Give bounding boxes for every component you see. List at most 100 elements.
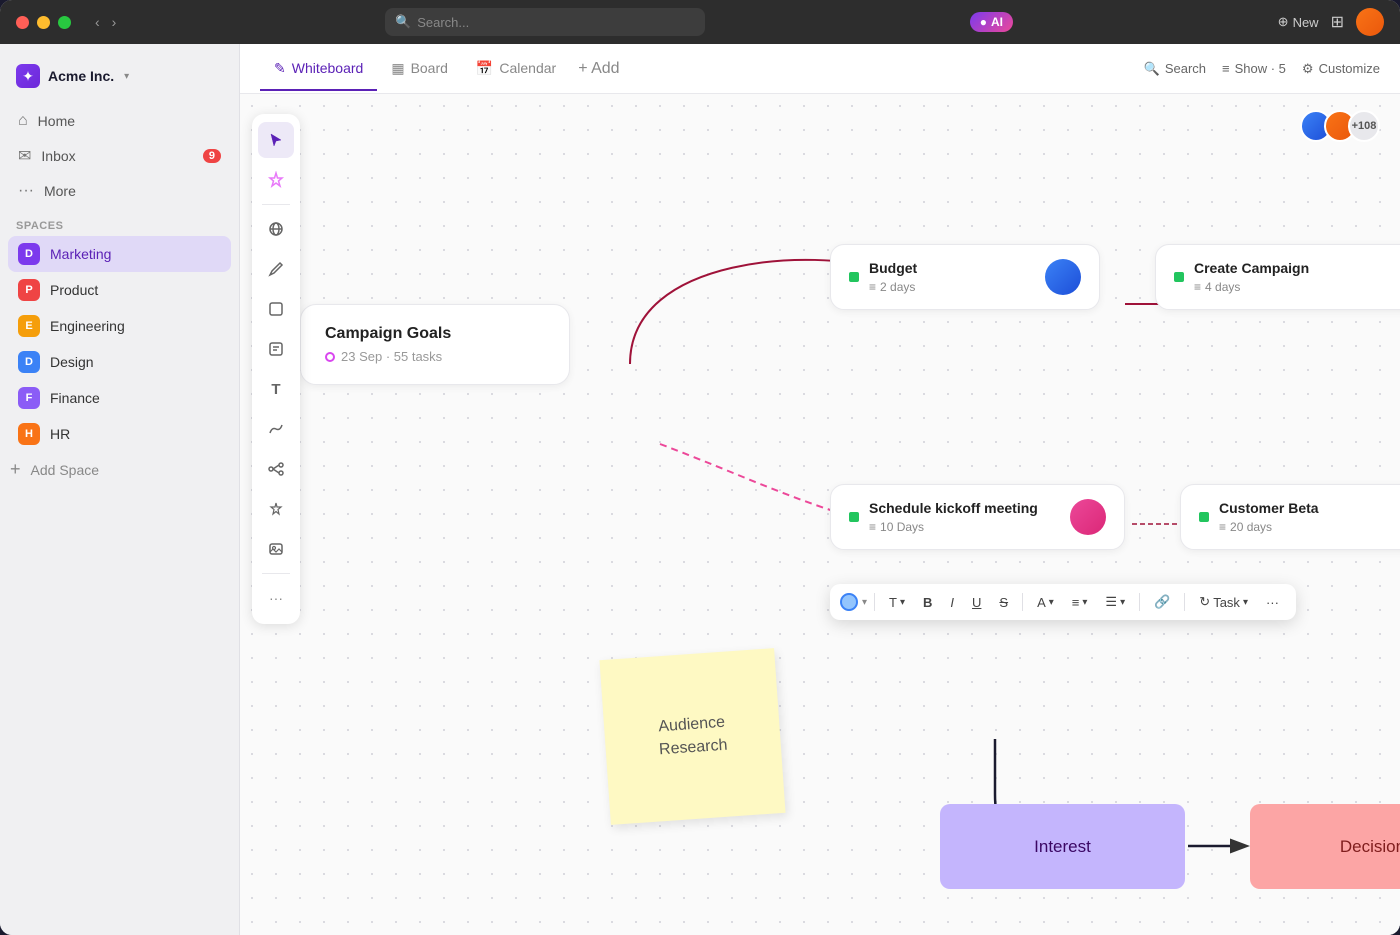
shape-tool[interactable] — [258, 291, 294, 327]
task-button[interactable]: ↻ Task ▾ — [1192, 590, 1255, 614]
tab-board[interactable]: ▦ Board — [377, 48, 462, 91]
sticky-note[interactable]: Audience Research — [599, 648, 785, 825]
customer-beta-days-text: 20 days — [1230, 520, 1272, 534]
create-campaign-card[interactable]: Create Campaign ≡ 4 days — [1155, 244, 1400, 310]
space-item-design[interactable]: D Design — [8, 344, 231, 380]
add-tab-button[interactable]: + Add — [570, 48, 627, 90]
create-campaign-status-dot — [1174, 272, 1184, 282]
search-tab-action[interactable]: 🔍 Search — [1144, 61, 1206, 77]
customer-beta-card[interactable]: Customer Beta ≡ 20 days — [1180, 484, 1400, 550]
list-button[interactable]: ☰ ▾ — [1098, 590, 1132, 614]
ai-badge[interactable]: ● AI — [970, 12, 1013, 32]
user-avatar[interactable] — [1356, 8, 1384, 36]
canvas-area[interactable]: T — [240, 94, 1400, 935]
global-search-bar[interactable]: 🔍 — [385, 8, 705, 36]
bold-button[interactable]: B — [916, 591, 939, 614]
image-tool[interactable] — [258, 531, 294, 567]
fmt-sep-2 — [1022, 593, 1023, 611]
space-item-marketing[interactable]: D Marketing — [8, 236, 231, 272]
underline-label: U — [972, 595, 981, 610]
italic-button[interactable]: I — [943, 591, 961, 614]
align-button[interactable]: ≡ ▾ — [1065, 591, 1095, 614]
customer-beta-title: Customer Beta — [1219, 500, 1400, 516]
global-search-input[interactable] — [417, 15, 695, 30]
show-tab-action[interactable]: ≡ Show · 5 — [1222, 61, 1286, 76]
customize-tab-action[interactable]: ⚙ Customize — [1302, 61, 1380, 77]
grid-icon[interactable]: ⊞ — [1331, 12, 1344, 32]
format-toolbar: ▾ T ▾ B I U S A ▾ ≡ — [830, 584, 1296, 620]
campaign-goals-meta-text: 23 Sep · 55 tasks — [341, 349, 442, 364]
pen-tool[interactable] — [258, 251, 294, 287]
space-dot-engineering: E — [18, 315, 40, 337]
space-item-product[interactable]: P Product — [8, 272, 231, 308]
space-dot-hr: H — [18, 423, 40, 445]
canvas-toolbar: T — [252, 114, 300, 624]
sidebar-logo[interactable]: ✦ Acme Inc. ▾ — [0, 56, 239, 104]
spaces-section-title: Spaces — [0, 208, 239, 236]
tab-whiteboard[interactable]: ✎ Whiteboard — [260, 48, 377, 91]
sparkle-tool[interactable] — [258, 491, 294, 527]
interest-label: Interest — [1034, 837, 1091, 857]
select-tool[interactable] — [258, 122, 294, 158]
tab-whiteboard-label: Whiteboard — [292, 60, 364, 76]
connect-tool[interactable] — [258, 451, 294, 487]
budget-card[interactable]: Budget ≡ 2 days — [830, 244, 1100, 310]
strikethrough-button[interactable]: S — [992, 591, 1015, 614]
ai-tool[interactable] — [258, 162, 294, 198]
draw-tool[interactable] — [258, 411, 294, 447]
forward-arrow[interactable]: › — [108, 12, 121, 32]
add-space-button[interactable]: + Add Space — [0, 452, 239, 487]
plus-tab-icon: + Add — [578, 60, 619, 77]
board-tab-icon: ▦ — [391, 60, 404, 77]
font-label: A — [1037, 595, 1046, 610]
italic-label: I — [950, 595, 954, 610]
titlebar-right: ⊕ New ⊞ — [1278, 8, 1384, 36]
fmt-sep-1 — [874, 593, 875, 611]
space-label-marketing: Marketing — [50, 246, 111, 262]
window-controls — [16, 16, 71, 29]
close-button[interactable] — [16, 16, 29, 29]
maximize-button[interactable] — [58, 16, 71, 29]
home-icon: ⌂ — [18, 112, 28, 130]
space-item-engineering[interactable]: E Engineering — [8, 308, 231, 344]
more-tools[interactable]: ··· — [258, 580, 294, 616]
app-window: ‹ › 🔍 ● AI ⊕ New ⊞ ✦ Acme — [0, 0, 1400, 935]
interest-box[interactable]: Interest — [940, 804, 1185, 889]
search-icon: 🔍 — [395, 14, 411, 30]
tab-calendar[interactable]: 📅 Calendar — [462, 48, 570, 91]
color-picker-button[interactable] — [840, 593, 858, 611]
canvas-avatars: +108 — [1300, 110, 1380, 142]
schedule-days-text: 10 Days — [880, 520, 924, 534]
space-label-finance: Finance — [50, 390, 100, 406]
align-icon: ≡ — [1072, 595, 1080, 610]
space-item-finance[interactable]: F Finance — [8, 380, 231, 416]
campaign-goals-title: Campaign Goals — [325, 325, 545, 343]
schedule-days-icon: ≡ — [869, 520, 876, 534]
text-tool[interactable]: T — [258, 371, 294, 407]
create-campaign-days-text: 4 days — [1205, 280, 1240, 294]
new-button[interactable]: ⊕ New — [1278, 14, 1319, 30]
campaign-goals-card[interactable]: Campaign Goals 23 Sep · 55 tasks — [300, 304, 570, 385]
decision-box[interactable]: Decision — [1250, 804, 1400, 889]
space-label-engineering: Engineering — [50, 318, 125, 334]
text-style-button[interactable]: T ▾ — [882, 591, 912, 614]
font-color-button[interactable]: A ▾ — [1030, 591, 1061, 614]
link-icon: 🔗 — [1154, 594, 1170, 610]
globe-tool[interactable] — [258, 211, 294, 247]
awareness-box-container[interactable]: Awareness — [855, 624, 1130, 734]
schedule-kickoff-card[interactable]: Schedule kickoff meeting ≡ 10 Days — [830, 484, 1125, 550]
sidebar-item-more[interactable]: ··· More — [8, 174, 231, 208]
space-dot-marketing: D — [18, 243, 40, 265]
back-arrow[interactable]: ‹ — [91, 12, 104, 32]
sticky-note-text: Audience Research — [624, 709, 762, 763]
note-tool[interactable] — [258, 331, 294, 367]
link-button[interactable]: 🔗 — [1147, 590, 1177, 614]
sidebar-item-home[interactable]: ⌂ Home — [8, 104, 231, 138]
more-format-button[interactable]: ··· — [1259, 591, 1286, 614]
sidebar-item-inbox[interactable]: ✉ Inbox 9 — [8, 138, 231, 174]
minimize-button[interactable] — [37, 16, 50, 29]
color-dropdown-icon[interactable]: ▾ — [862, 597, 867, 608]
underline-button[interactable]: U — [965, 591, 988, 614]
font-dropdown-icon: ▾ — [1049, 597, 1054, 608]
space-item-hr[interactable]: H HR — [8, 416, 231, 452]
